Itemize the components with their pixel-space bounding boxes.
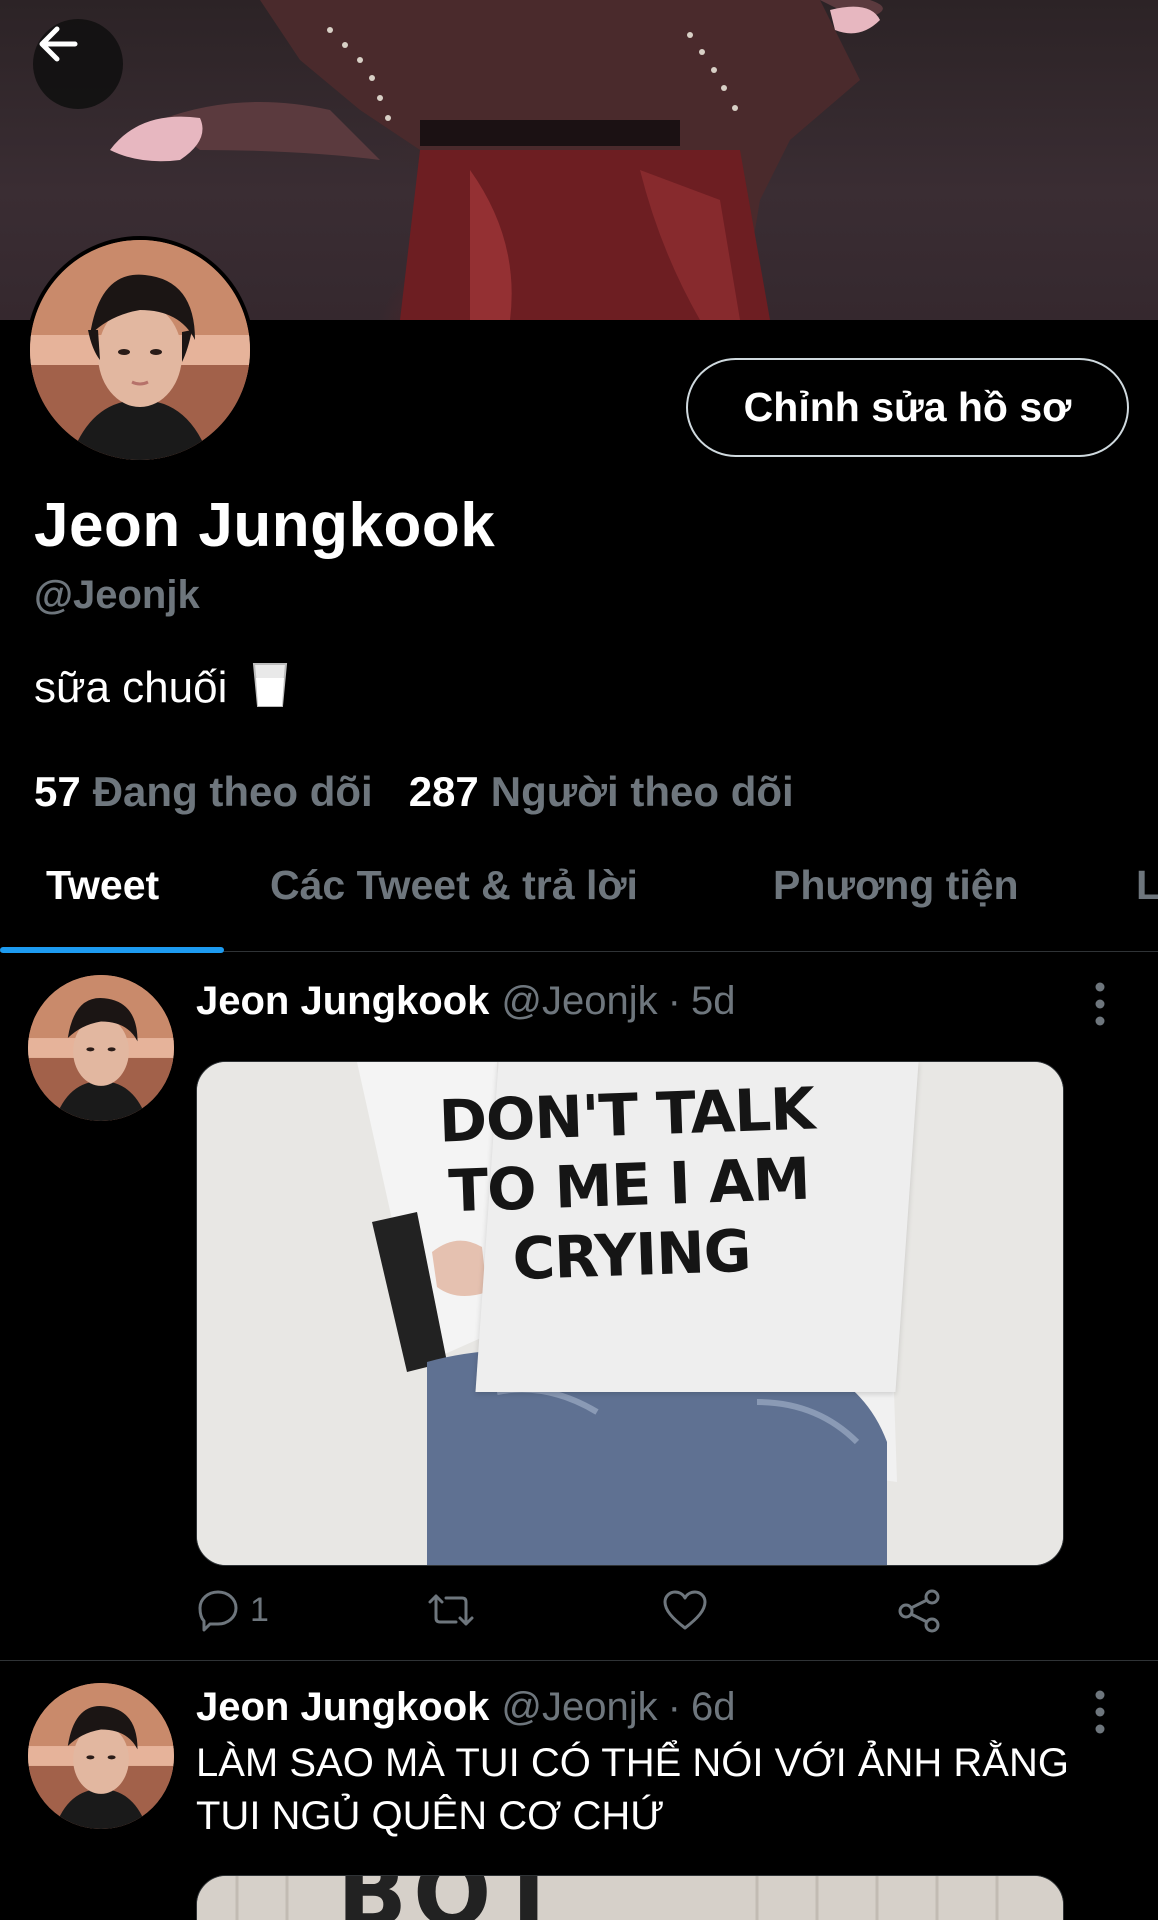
tweet[interactable]: Jeon Jungkook @Jeonjk · 6d LÀM SAO MÀ TUI C… — [0, 1661, 1158, 1920]
tweet-separator: · — [667, 1685, 681, 1729]
followers-link[interactable]: 287 Người theo dõi — [409, 768, 794, 816]
active-tab-indicator — [0, 947, 224, 953]
tweet-image[interactable]: BOT — [196, 1875, 1064, 1920]
tab-tweets[interactable]: Tweet — [46, 862, 159, 909]
share-button[interactable] — [896, 1588, 942, 1634]
avatar-photo — [30, 240, 250, 460]
reply-button[interactable]: 1 — [196, 1588, 269, 1632]
tweet-author-name[interactable]: Jeon Jungkook — [196, 979, 489, 1023]
profile-stats: 57 Đang theo dõi 287 Người theo dõi — [34, 768, 794, 816]
profile-display-name: Jeon Jungkook — [34, 491, 496, 560]
tweet[interactable]: Jeon Jungkook @Jeonjk · 5d DON'T TALK TO… — [0, 955, 1158, 1660]
tweet-separator: · — [667, 979, 681, 1023]
tweet-avatar[interactable] — [28, 1683, 174, 1829]
followers-label: Người theo dõi — [490, 768, 794, 815]
edit-profile-button[interactable]: Chỉnh sửa hồ sơ — [686, 358, 1129, 457]
tweet-avatar[interactable] — [28, 975, 174, 1121]
profile-bio: sữa chuối — [34, 660, 290, 721]
profile-handle: @Jeonjk — [34, 573, 200, 617]
image-sign-text: BOT — [337, 1876, 566, 1920]
tweet-image[interactable]: DON'T TALK TO ME I AM CRYING — [196, 1061, 1064, 1566]
tab-media[interactable]: Phương tiện — [773, 862, 1019, 909]
tweet-header: Jeon Jungkook @Jeonjk · 6d — [196, 1685, 735, 1730]
retweet-icon — [428, 1594, 474, 1626]
profile-tabs: Tweet Các Tweet & trả lời Phương tiện L — [0, 840, 1158, 953]
profile-page: Chỉnh sửa hồ sơ Jeon Jungkook @Jeonjk sữ… — [0, 0, 1158, 1920]
sign-line-3: CRYING — [511, 1216, 752, 1294]
following-label: Đang theo dõi — [92, 768, 373, 815]
tweet-text: LÀM SAO MÀ TUI CÓ THỂ NÓI VỚI ẢNH RẰNG T… — [196, 1741, 1069, 1838]
back-button[interactable] — [33, 19, 123, 109]
tweet-timestamp: 6d — [690, 1685, 736, 1729]
followers-count: 287 — [408, 768, 479, 815]
more-options-icon[interactable] — [1085, 1687, 1115, 1737]
following-count: 57 — [34, 768, 81, 815]
arrow-left-icon — [39, 26, 78, 62]
tweet-timestamp: 5d — [690, 979, 736, 1023]
image-photo — [197, 1876, 1063, 1920]
reply-icon — [198, 1590, 238, 1632]
milk-glass-icon — [250, 660, 290, 721]
tweet-author-handle: @Jeonjk — [501, 1685, 658, 1729]
sign-line-2: TO ME I AM — [447, 1144, 811, 1226]
tweet-author-name[interactable]: Jeon Jungkook — [196, 1685, 489, 1729]
like-button[interactable] — [662, 1588, 708, 1632]
tweet-header: Jeon Jungkook @Jeonjk · 5d — [196, 979, 735, 1024]
tab-tweets-and-replies[interactable]: Các Tweet & trả lời — [270, 862, 638, 909]
tweet-author-handle: @Jeonjk — [501, 979, 658, 1023]
profile-avatar[interactable] — [26, 236, 254, 464]
retweet-button[interactable] — [426, 1588, 476, 1632]
tab-likes[interactable]: L — [1136, 862, 1158, 909]
reply-count: 1 — [250, 1590, 269, 1629]
avatar-photo — [28, 975, 174, 1121]
following-link[interactable]: 57 Đang theo dõi — [34, 768, 373, 816]
sign-text: DON'T TALK TO ME I AM CRYING — [425, 1073, 832, 1297]
share-icon — [898, 1589, 940, 1633]
more-options-icon[interactable] — [1085, 979, 1115, 1029]
heart-icon — [663, 1590, 707, 1630]
bio-text: sữa chuối — [34, 663, 228, 713]
tweet-actions: 1 — [196, 1588, 956, 1648]
avatar-photo — [28, 1683, 174, 1829]
